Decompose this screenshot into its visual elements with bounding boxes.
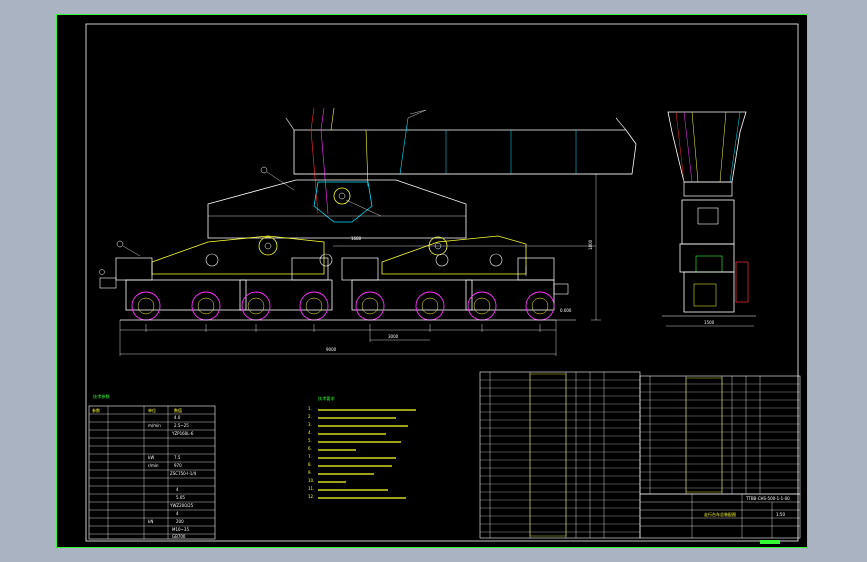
height-dim: 1800 — [588, 239, 593, 250]
note-line: 11. — [308, 486, 314, 491]
note-line: 4. — [308, 430, 312, 435]
front-width-dim: 1500 — [704, 320, 715, 325]
note-line: 10. — [308, 478, 314, 483]
param-unit: kN — [148, 519, 153, 524]
param-value: 200 — [176, 519, 184, 524]
boom-structure — [285, 107, 637, 215]
note-line: 7. — [308, 454, 312, 459]
param-value: 970 — [174, 463, 182, 468]
wheelbase-dim: 3000 — [388, 334, 399, 339]
note-line: 9. — [308, 470, 312, 475]
side-view: 1500 — [662, 111, 756, 327]
dimension-lines: 9000 3000 1680 1800 0.000 — [119, 173, 601, 356]
main-elevation-view: 9000 3000 1680 1800 0.000 — [99, 107, 637, 356]
note-line: 3. — [308, 422, 312, 427]
param-value: M10~35 — [172, 527, 189, 532]
note-line: 6. — [308, 446, 312, 451]
technical-notes: 技术要求 1. 2. 3. 4. 5. 6. 7. 8. 9. 10. 11. … — [308, 395, 416, 499]
rail-level-dim: 0.000 — [560, 308, 572, 313]
outer-border — [56, 14, 808, 548]
param-value: 4 — [176, 487, 179, 492]
param-unit: kW — [148, 455, 154, 460]
inner-border — [85, 23, 799, 542]
bogie-trucks — [99, 257, 569, 321]
note-line: 2. — [308, 414, 312, 419]
sheet-marker — [760, 540, 780, 544]
note-line: 12. — [308, 494, 314, 499]
part-callouts — [99, 109, 427, 275]
param-value: 5.05 — [176, 495, 185, 500]
param-value: 2.5~25 — [174, 423, 189, 428]
params-header-param: 参数 — [92, 407, 100, 413]
drawing-sheet: 9000 3000 1680 1800 0.000 1500 技术参数 参数 单… — [56, 14, 808, 548]
params-header-unit: 单位 — [148, 407, 156, 413]
param-unit: m/min — [148, 423, 161, 428]
drawing-title: 走行台车总装配图 — [704, 511, 736, 517]
drawing-code: TTBB-CHS-500-1-1-00 — [745, 496, 790, 501]
param-value: 4.0 — [174, 415, 181, 420]
param-value: 4 — [176, 511, 179, 516]
param-value: ZSC750-I-1/4 — [170, 471, 197, 476]
param-value: YWZ200/25 — [169, 503, 194, 508]
notes-heading: 技术要求 — [318, 395, 336, 402]
note-line: 5. — [308, 438, 312, 443]
param-value: GB700 — [172, 534, 186, 539]
secondary-beams — [151, 235, 527, 276]
overall-length-dim: 9000 — [326, 347, 337, 352]
param-value: YZP160L-6 — [171, 431, 194, 436]
equalizer-beam — [207, 179, 467, 256]
params-table: 技术参数 参数 单位 数值 m/min kW r/min kN 4.0 2.5~… — [88, 393, 216, 540]
params-table-title: 技术参数 — [93, 393, 111, 400]
param-unit: r/min — [148, 463, 159, 468]
params-header-value: 数值 — [174, 407, 182, 413]
note-line: 8. — [308, 462, 312, 467]
drawing-scale: 1:50 — [776, 512, 785, 517]
title-block: TTBB-CHS-500-1-1-00 走行台车总装配图 1:50 — [639, 493, 801, 544]
axle-spacing-dim: 1680 — [351, 236, 362, 241]
param-value: 7.5 — [174, 455, 181, 460]
cad-drawing: 9000 3000 1680 1800 0.000 1500 技术参数 参数 单… — [56, 14, 808, 548]
note-line: 1. — [308, 406, 312, 411]
